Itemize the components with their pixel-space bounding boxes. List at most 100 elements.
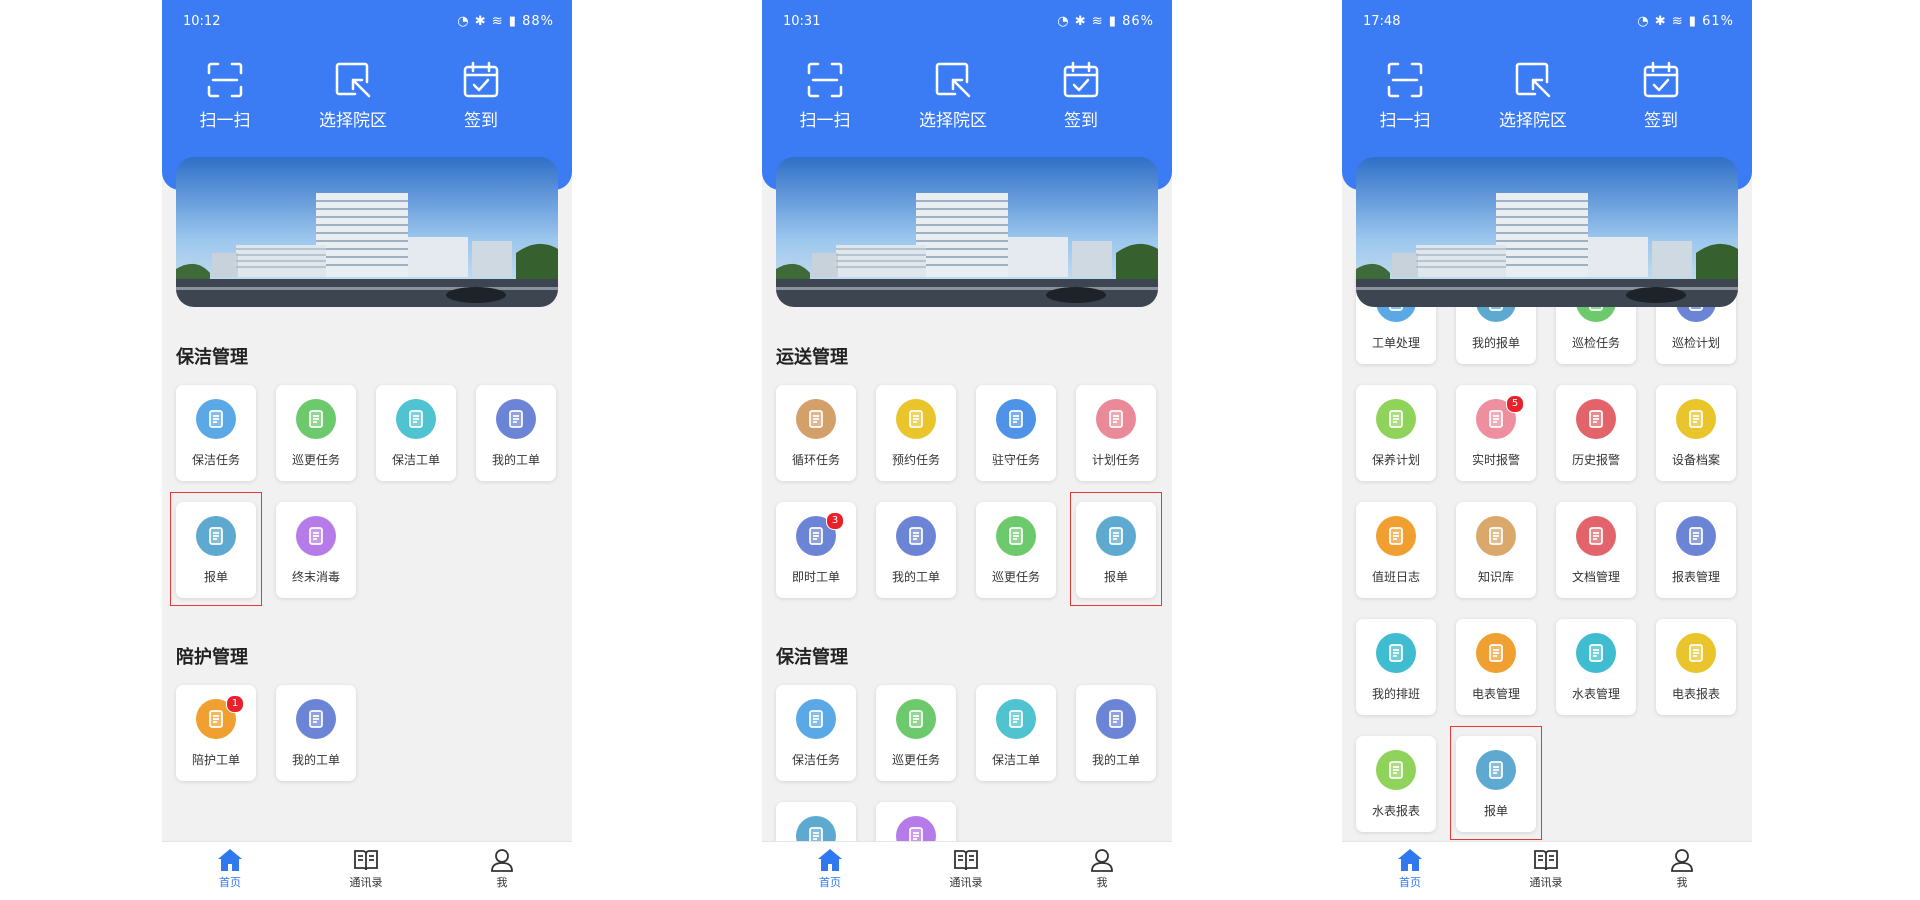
- menu-tile[interactable]: 计划任务: [1076, 385, 1156, 481]
- battery-percent: 61%: [1702, 14, 1734, 29]
- tab-home[interactable]: 首页: [1370, 848, 1450, 890]
- patrol-task-icon: [896, 699, 936, 739]
- menu-tile[interactable]: 我的工单: [1076, 685, 1156, 781]
- menu-tile-label: 保洁工单: [991, 753, 1040, 767]
- quick-action-label: 扫一扫: [199, 111, 251, 131]
- water-report-icon: [1376, 750, 1416, 790]
- quick-action-label: 签到: [1644, 111, 1678, 131]
- menu-tile-label: 我的报单: [1471, 336, 1520, 350]
- quick-action-0[interactable]: 扫一扫: [770, 60, 880, 131]
- menu-tile[interactable]: 水表报表: [1356, 736, 1436, 832]
- guard-task-icon: [996, 399, 1036, 439]
- section-title: 运送管理: [776, 347, 848, 368]
- menu-tile[interactable]: 电表管理: [1456, 619, 1536, 715]
- menu-tile-label: 我的工单: [291, 753, 340, 767]
- maintenance-plan-icon: [1376, 399, 1416, 439]
- tab-label: 通讯录: [349, 876, 383, 889]
- menu-tile[interactable]: 终末消毒: [276, 502, 356, 598]
- menu-tile[interactable]: 巡更任务: [976, 502, 1056, 598]
- menu-tile[interactable]: 保洁工单: [376, 385, 456, 481]
- tab-home[interactable]: 首页: [790, 848, 870, 890]
- phone-screen: 10:31 ◔ ✱ ≋ ▮ 86% 扫一扫 选择院区 签到 运送管理 循环任务 预约任务 驻守任…: [762, 0, 1172, 900]
- highlight-box: [1070, 492, 1162, 606]
- menu-tile[interactable]: 驻守任务: [976, 385, 1056, 481]
- menu-tile[interactable]: 即时工单 3: [776, 502, 856, 598]
- quick-action-1[interactable]: 选择院区: [898, 60, 1008, 131]
- menu-tile[interactable]: 文档管理: [1556, 502, 1636, 598]
- menu-tile-label: 预约任务: [891, 453, 940, 467]
- tab-user[interactable]: 我: [1642, 848, 1722, 890]
- quick-action-0[interactable]: 扫一扫: [1350, 60, 1460, 131]
- quick-action-label: 选择院区: [319, 111, 387, 131]
- menu-tile[interactable]: 循环任务: [776, 385, 856, 481]
- signal-wifi-battery-icon: ◔ ✱ ≋ ▮: [1637, 14, 1703, 29]
- tab-contacts-book[interactable]: 通讯录: [926, 848, 1006, 890]
- menu-tile-label: 水表报表: [1371, 804, 1420, 818]
- quick-action-label: 签到: [1064, 111, 1098, 131]
- quick-action-2[interactable]: 签到: [426, 60, 536, 131]
- battery-percent: 86%: [1122, 14, 1154, 29]
- cleaning-task-icon: [796, 699, 836, 739]
- menu-tile[interactable]: 知识库: [1456, 502, 1536, 598]
- menu-tile[interactable]: 保洁任务: [776, 685, 856, 781]
- checkin-calendar-icon: [1606, 60, 1716, 100]
- quick-action-1[interactable]: 选择院区: [1478, 60, 1588, 131]
- quick-action-label: 扫一扫: [799, 111, 851, 131]
- home-icon: [790, 848, 870, 872]
- menu-tile[interactable]: 保洁任务: [176, 385, 256, 481]
- disinfect-icon: [296, 516, 336, 556]
- duty-log-icon: [1376, 516, 1416, 556]
- menu-tile[interactable]: 巡更任务: [276, 385, 356, 481]
- menu-tile[interactable]: 保洁工单: [976, 685, 1056, 781]
- tab-contacts-book[interactable]: 通讯录: [326, 848, 406, 890]
- home-icon: [190, 848, 270, 872]
- tab-user[interactable]: 我: [462, 848, 542, 890]
- menu-tile[interactable]: 我的排班: [1356, 619, 1436, 715]
- menu-tile-label: 知识库: [1477, 570, 1514, 584]
- hospital-banner-image: [776, 157, 1158, 307]
- section-title: 保洁管理: [776, 647, 848, 668]
- tab-label: 首页: [219, 876, 241, 889]
- menu-tile-label: 即时工单: [791, 570, 840, 584]
- history-alarm-icon: [1576, 399, 1616, 439]
- menu-tile-label: 保养计划: [1371, 453, 1420, 467]
- menu-tile[interactable]: 巡更任务: [876, 685, 956, 781]
- menu-tile[interactable]: 陪护工单 1: [176, 685, 256, 781]
- quick-actions: 扫一扫 选择院区 签到: [1342, 60, 1752, 140]
- tab-contacts-book[interactable]: 通讯录: [1506, 848, 1586, 890]
- quick-action-1[interactable]: 选择院区: [298, 60, 408, 131]
- hospital-banner-image: [176, 157, 558, 307]
- menu-tile[interactable]: 预约任务: [876, 385, 956, 481]
- electric-meter-icon: [1476, 633, 1516, 673]
- menu-tile[interactable]: 历史报警: [1556, 385, 1636, 481]
- menu-tile[interactable]: 报表管理: [1656, 502, 1736, 598]
- device-archive-icon: [1676, 399, 1716, 439]
- menu-tile[interactable]: 我的工单: [876, 502, 956, 598]
- menu-tile[interactable]: 值班日志: [1356, 502, 1436, 598]
- menu-tile[interactable]: 设备档案: [1656, 385, 1736, 481]
- tab-user[interactable]: 我: [1062, 848, 1142, 890]
- menu-tile-label: 保洁任务: [191, 453, 240, 467]
- select-area-icon: [1478, 60, 1588, 100]
- menu-tile-label: 巡更任务: [891, 753, 940, 767]
- menu-tile-label: 报表管理: [1671, 570, 1720, 584]
- menu-tile[interactable]: 我的工单: [276, 685, 356, 781]
- quick-action-0[interactable]: 扫一扫: [170, 60, 280, 131]
- scan-icon: [770, 60, 880, 100]
- battery-percent: 88%: [522, 14, 554, 29]
- schedule-icon: [1376, 633, 1416, 673]
- tab-label: 我: [496, 876, 508, 889]
- plan-task-icon: [1096, 399, 1136, 439]
- quick-action-2[interactable]: 签到: [1026, 60, 1136, 131]
- my-order-icon: [296, 699, 336, 739]
- menu-tile[interactable]: 电表报表: [1656, 619, 1736, 715]
- phone-screen: 10:12 ◔ ✱ ≋ ▮ 88% 扫一扫 选择院区 签到 保洁管理 保洁任务 巡更任务 保洁工…: [162, 0, 572, 900]
- menu-tile[interactable]: 我的工单: [476, 385, 556, 481]
- menu-tile-label: 文档管理: [1571, 570, 1620, 584]
- contacts-book-icon: [326, 848, 406, 872]
- menu-tile[interactable]: 保养计划: [1356, 385, 1436, 481]
- menu-tile[interactable]: 实时报警 5: [1456, 385, 1536, 481]
- quick-action-2[interactable]: 签到: [1606, 60, 1716, 131]
- menu-tile[interactable]: 水表管理: [1556, 619, 1636, 715]
- tab-home[interactable]: 首页: [190, 848, 270, 890]
